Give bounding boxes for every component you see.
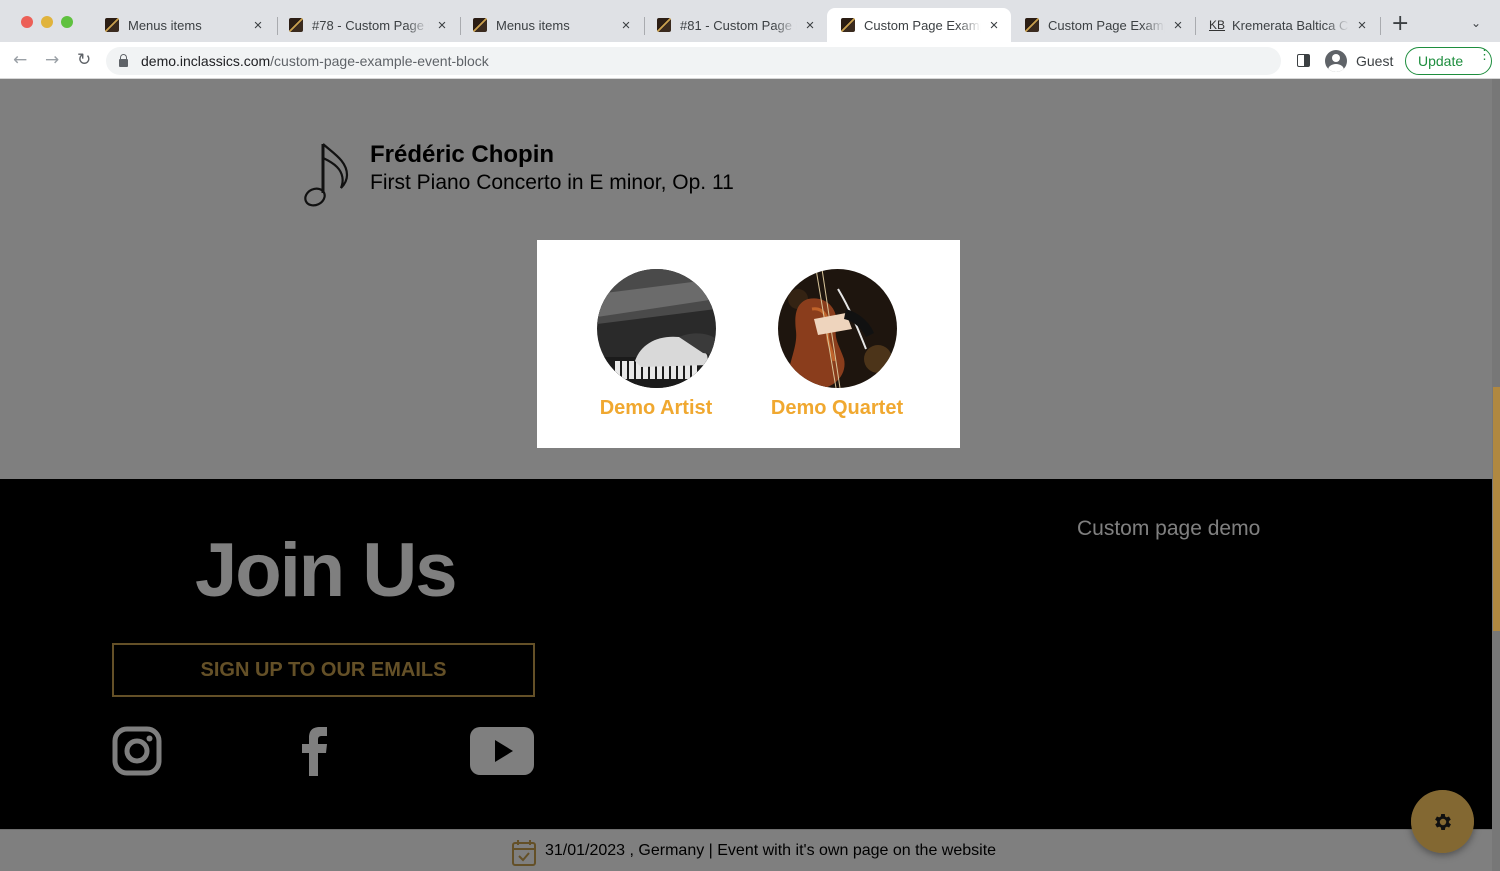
site-favicon-icon — [289, 18, 303, 32]
browser-tab[interactable]: #78 - Custom Page E × — [275, 8, 459, 42]
new-tab-button[interactable]: + — [1391, 13, 1409, 35]
site-favicon-icon — [473, 18, 487, 32]
settings-fab-button[interactable] — [1411, 790, 1474, 853]
artist-card[interactable]: Demo Quartet — [767, 269, 907, 420]
url-path: /custom-page-example-event-block — [270, 53, 489, 69]
tab-title: Custom Page Exampl — [1048, 17, 1165, 33]
close-tab-icon[interactable]: × — [435, 17, 449, 34]
browser-tab-bar: Menus items × #78 - Custom Page E × Menu… — [0, 0, 1500, 42]
artist-name[interactable]: Demo Artist — [593, 397, 719, 420]
url-host: demo.inclassics.com — [141, 53, 271, 69]
close-tab-icon[interactable]: × — [1171, 17, 1185, 34]
profile-label: Guest — [1356, 53, 1394, 69]
artist-name[interactable]: Demo Quartet — [767, 397, 907, 420]
close-tab-icon[interactable]: × — [803, 17, 817, 34]
reload-icon[interactable]: ↻ — [77, 50, 91, 70]
page-scrollbar-thumb[interactable] — [1493, 387, 1500, 631]
site-favicon-icon — [657, 18, 671, 32]
browser-tab[interactable]: Menus items × — [91, 8, 275, 42]
more-menu-icon[interactable]: ⋮ — [1478, 48, 1491, 61]
kb-favicon-icon: KB — [1209, 18, 1226, 32]
modal-backdrop[interactable] — [0, 79, 1500, 871]
browser-tab[interactable]: Custom Page Exampl × — [1011, 8, 1195, 42]
browser-toolbar: ← → ↻ demo.inclassics.com/custom-page-ex… — [0, 42, 1500, 79]
side-panel-icon[interactable] — [1297, 54, 1310, 67]
site-favicon-icon — [105, 18, 119, 32]
site-favicon-icon — [1025, 18, 1039, 32]
close-tab-icon[interactable]: × — [1355, 17, 1369, 34]
web-page: Frédéric Chopin First Piano Concerto in … — [0, 79, 1500, 871]
address-bar[interactable]: demo.inclassics.com/custom-page-example-… — [106, 47, 1281, 75]
profile-button[interactable]: Guest — [1321, 47, 1403, 75]
site-favicon-icon — [841, 18, 855, 32]
forward-arrow-icon[interactable]: → — [45, 50, 59, 70]
artist-card[interactable]: Demo Artist — [593, 269, 719, 420]
update-button[interactable]: Update ⋮ — [1405, 47, 1492, 75]
tab-title: Menus items — [496, 17, 570, 33]
pianist-photo — [596, 269, 716, 388]
lock-icon — [119, 54, 128, 67]
tab-title: Menus items — [128, 17, 202, 33]
close-tab-icon[interactable]: × — [251, 17, 265, 34]
close-tab-icon[interactable]: × — [987, 17, 1001, 34]
close-window-button[interactable] — [21, 16, 33, 28]
browser-tab[interactable]: Menus items × — [459, 8, 643, 42]
browser-tab-active[interactable]: Custom Page Exampl × — [827, 8, 1011, 42]
tab-title: Kremerata Baltica Ch — [1232, 17, 1349, 33]
cellist-photo — [777, 269, 897, 388]
minimize-window-button[interactable] — [41, 16, 53, 28]
tab-title: Custom Page Exampl — [864, 17, 981, 33]
browser-tab[interactable]: KB Kremerata Baltica Ch × — [1195, 8, 1379, 42]
browser-tab[interactable]: #81 - Custom Page E × — [643, 8, 827, 42]
maximize-window-button[interactable] — [61, 16, 73, 28]
tab-search-chevron-icon[interactable]: ⌄ — [1471, 16, 1481, 30]
tab-title: #81 - Custom Page E — [680, 17, 797, 33]
update-label: Update — [1418, 53, 1464, 69]
tab-title: #78 - Custom Page E — [312, 17, 429, 33]
performers-popup: Demo Artist Demo Quartet — [537, 240, 960, 448]
back-arrow-icon[interactable]: ← — [13, 50, 27, 70]
avatar-icon — [1325, 50, 1347, 72]
close-tab-icon[interactable]: × — [619, 17, 633, 34]
